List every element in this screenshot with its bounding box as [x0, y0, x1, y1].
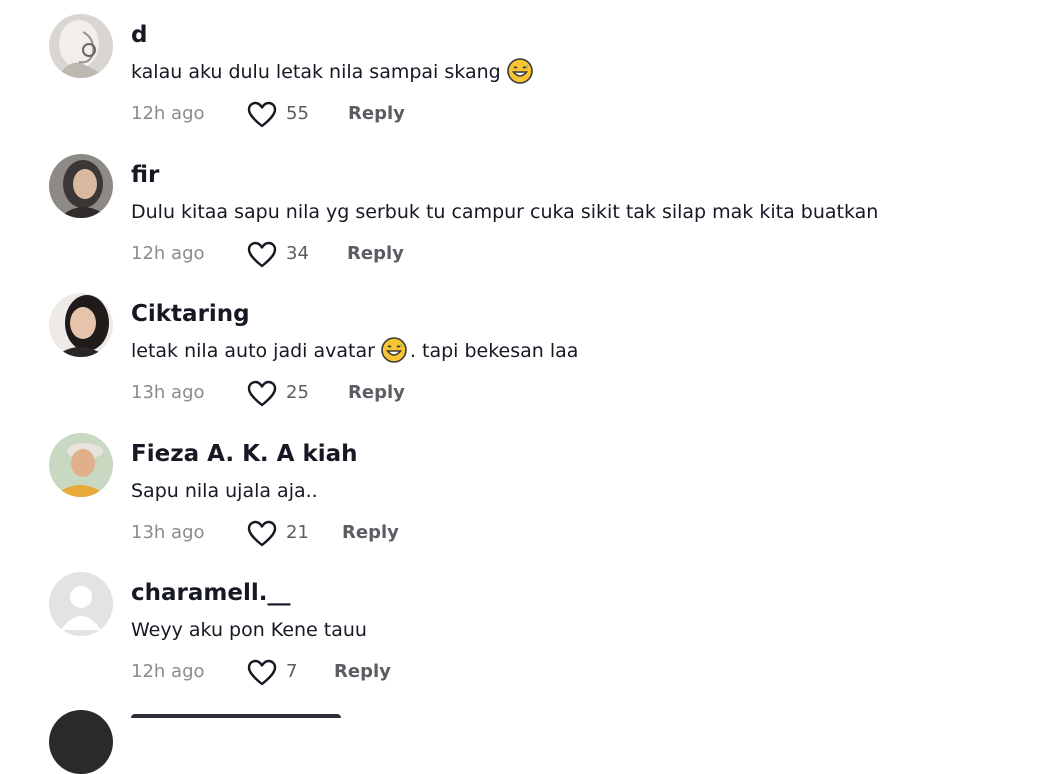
- avatar[interactable]: [49, 293, 113, 357]
- like-count: 7: [286, 661, 298, 682]
- comment-actions: 12h ago 55 Reply: [131, 100, 731, 130]
- comment-actions: 13h ago 25 Reply: [131, 379, 731, 409]
- comment-time: 12h ago: [131, 103, 205, 124]
- comment-username[interactable]: [131, 714, 341, 728]
- comment-time: 13h ago: [131, 382, 205, 403]
- avatar-image: [49, 154, 113, 218]
- comment-text: kalau aku dulu letak nila sampai skang: [131, 58, 536, 86]
- grinning-sweat-emoji-icon: [381, 337, 407, 363]
- comment-actions: 13h ago 21 Reply: [131, 519, 731, 549]
- reply-button[interactable]: Reply: [342, 522, 399, 543]
- like-count: 34: [286, 243, 309, 264]
- comment-text: Sapu nila ujala aja..: [131, 477, 318, 505]
- comment-text-main: Weyy aku pon Kene tauu: [131, 619, 367, 641]
- comment-time: 13h ago: [131, 522, 205, 543]
- heart-outline-icon: [247, 241, 277, 268]
- reply-button[interactable]: Reply: [334, 661, 391, 682]
- avatar-image: [49, 14, 113, 78]
- comment-time: 12h ago: [131, 661, 205, 682]
- heart-outline-icon: [247, 101, 277, 128]
- comment-username[interactable]: charamell.__: [131, 578, 290, 608]
- comment-username[interactable]: Fieza A. K. A kiah: [131, 439, 358, 469]
- comment-item: Ciktaring letak nila auto jadi avatar . t…: [0, 293, 1037, 433]
- comment-text-main: kalau aku dulu letak nila sampai skang: [131, 61, 501, 83]
- heart-outline-icon: [247, 520, 277, 547]
- avatar[interactable]: [49, 433, 113, 497]
- comment-time: 12h ago: [131, 243, 205, 264]
- reply-button[interactable]: Reply: [348, 103, 405, 124]
- comment-username[interactable]: d: [131, 20, 147, 50]
- avatar[interactable]: [49, 154, 113, 218]
- comment-text-main: letak nila auto jadi avatar: [131, 340, 375, 362]
- comment-text: Weyy aku pon Kene tauu: [131, 616, 367, 644]
- heart-outline-icon: [247, 659, 277, 686]
- avatar-image: [49, 433, 113, 497]
- reply-button[interactable]: Reply: [348, 382, 405, 403]
- comment-username[interactable]: fir: [131, 160, 159, 190]
- avatar-image: [49, 293, 113, 357]
- grinning-sweat-emoji-icon: [506, 58, 533, 84]
- heart-outline-icon: [247, 380, 277, 407]
- comment-text-main: Sapu nila ujala aja..: [131, 480, 318, 502]
- comment-text: Dulu kitaa sapu nila yg serbuk tu campur…: [131, 198, 878, 226]
- reply-button[interactable]: Reply: [347, 243, 404, 264]
- comment-text-tail: . tapi bekesan laa: [409, 340, 579, 362]
- comment-actions: 12h ago 7 Reply: [131, 658, 731, 688]
- comment-username[interactable]: Ciktaring: [131, 299, 250, 329]
- avatar[interactable]: [49, 14, 113, 78]
- comment-item: Fieza A. K. A kiah Sapu nila ujala aja..…: [0, 433, 1037, 573]
- comment-item: d kalau aku dulu letak nila sampai skang…: [0, 14, 1037, 154]
- comment-text-main: Dulu kitaa sapu nila yg serbuk tu campur…: [131, 201, 879, 223]
- default-avatar-icon: [49, 572, 113, 636]
- comment-actions: 12h ago 34 Reply: [131, 240, 731, 270]
- comment-item: fir Dulu kitaa sapu nila yg serbuk tu ca…: [0, 154, 1037, 294]
- comment-item: charamell.__ Weyy aku pon Kene tauu 12h …: [0, 572, 1037, 712]
- avatar[interactable]: [49, 572, 113, 636]
- like-count: 25: [286, 382, 309, 403]
- like-count: 55: [286, 103, 309, 124]
- comment-text: letak nila auto jadi avatar . tapi bekesa…: [131, 337, 578, 365]
- like-count: 21: [286, 522, 309, 543]
